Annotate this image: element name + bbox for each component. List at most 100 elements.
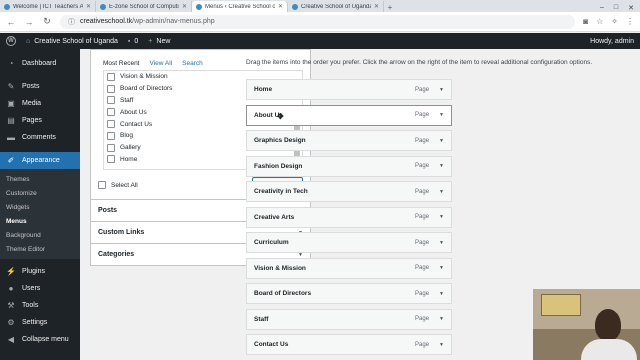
browser-tab-strip: Welcome | ICT Teachers Ac ✕ E-zone School… <box>0 0 640 12</box>
wordpress-favicon-icon <box>292 3 298 10</box>
home-icon: ⌂ <box>26 37 31 45</box>
wp-admin-bar: W ⌂ Creative School of Uganda ▪ 0 + New How… <box>0 33 640 49</box>
expand-arrow-icon[interactable]: ▼ <box>439 138 444 144</box>
window-controls: – □ ✕ <box>600 4 640 12</box>
menu-item-creativity-in-tech[interactable]: Creativity in Tech Page ▼ <box>246 181 452 202</box>
menu-item-home[interactable]: Home Page ▼ <box>246 79 452 100</box>
close-tab-icon[interactable]: ✕ <box>374 3 379 10</box>
wordpress-logo-icon[interactable]: W <box>6 36 16 46</box>
page-icon: ▤ <box>7 116 15 125</box>
expand-arrow-icon[interactable]: ▼ <box>439 240 444 246</box>
checkbox[interactable] <box>107 155 115 164</box>
brush-icon: ✐ <box>7 156 15 165</box>
select-all-checkbox[interactable] <box>98 181 106 189</box>
comment-icon: ▪ <box>127 37 131 45</box>
browser-toolbar: ← → ↻ ⓘ creativeschool.tk/wp-admin/nav-m… <box>0 12 640 32</box>
browser-tab[interactable]: E-zone School of Computi ✕ <box>96 1 192 12</box>
dashboard-icon: ◔ <box>8 59 14 68</box>
favicon-icon <box>100 3 106 10</box>
address-bar[interactable]: ⓘ creativeschool.tk/wp-admin/nav-menus.p… <box>60 14 576 29</box>
sidebar-item-plugins[interactable]: ⚡ Plugins <box>0 263 80 280</box>
menu-item-board-of-directors[interactable]: Board of Directors Page ▼ <box>246 283 452 304</box>
submenu-item-theme-editor[interactable]: Theme Editor <box>0 242 80 256</box>
checkbox[interactable] <box>107 131 115 140</box>
url-path: /wp-admin/nav-menus.php <box>132 18 215 25</box>
sidebar-item-appearance[interactable]: ✐ Appearance <box>0 152 80 169</box>
submenu-item-themes[interactable]: Themes <box>0 172 80 186</box>
select-all-control[interactable]: Select All <box>98 181 138 189</box>
menu-item-curriculum[interactable]: Curriculum Page ▼ <box>246 232 452 253</box>
expand-arrow-icon[interactable]: ▼ <box>439 189 444 195</box>
site-name-link[interactable]: ⌂ Creative School of Uganda <box>26 38 118 45</box>
expand-arrow-icon[interactable]: ▼ <box>439 265 444 271</box>
tab-most-recent[interactable]: Most Recent <box>103 60 140 67</box>
tab-search[interactable]: Search <box>182 60 203 67</box>
menu-item-creative-arts[interactable]: Creative Arts Page ▼ <box>246 206 452 228</box>
close-window-icon[interactable]: ✕ <box>628 4 634 12</box>
reload-icon[interactable]: ↻ <box>42 16 52 27</box>
expand-arrow-icon[interactable]: ▼ <box>439 342 444 348</box>
sidebar-item-media[interactable]: ▣ Media <box>0 95 80 112</box>
checkbox[interactable] <box>107 84 115 93</box>
comments-link[interactable]: ▪ 0 <box>128 38 138 45</box>
menu-icon[interactable]: ⋮ <box>626 17 634 26</box>
maximize-icon[interactable]: □ <box>614 4 618 12</box>
expand-arrow-icon[interactable]: ▼ <box>439 87 444 93</box>
sidebar-item-pages[interactable]: ▤ Pages <box>0 112 80 129</box>
expand-arrow-icon[interactable]: ▼ <box>439 112 444 118</box>
expand-arrow-icon[interactable]: ▼ <box>439 214 444 220</box>
submenu-item-background[interactable]: Background <box>0 228 80 242</box>
new-content-link[interactable]: + New <box>148 38 170 45</box>
comment-icon: ▬ <box>7 133 15 142</box>
close-tab-icon[interactable]: ✕ <box>278 3 283 10</box>
menu-item-fashion-design[interactable]: Fashion Design Page ▼ <box>246 155 452 177</box>
browser-tab[interactable]: Welcome | ICT Teachers Ac ✕ <box>0 1 96 12</box>
star-icon[interactable]: ☆ <box>596 17 603 26</box>
menu-item-vision-mission[interactable]: Vision & Mission Page ▼ <box>246 257 452 279</box>
forward-icon[interactable]: → <box>24 17 34 27</box>
menu-item-about-us[interactable]: About Us Page ▼ ✥ <box>246 104 452 126</box>
wordpress-favicon-icon <box>196 3 202 10</box>
submenu-item-widgets[interactable]: Widgets <box>0 200 80 214</box>
puzzle-icon[interactable]: ✧ <box>611 17 618 26</box>
checkbox[interactable] <box>107 72 115 81</box>
browser-tab-active[interactable]: Menus ‹ Creative School of ✕ <box>192 1 288 12</box>
close-tab-icon[interactable]: ✕ <box>182 3 187 10</box>
media-icon: ▣ <box>7 99 15 108</box>
sidebar-item-tools[interactable]: ⚒ Tools <box>0 297 80 314</box>
howdy-user-link[interactable]: Howdy, admin <box>590 38 634 45</box>
new-tab-button[interactable]: + <box>384 3 396 12</box>
expand-arrow-icon[interactable]: ▼ <box>439 163 444 169</box>
sidebar-item-dashboard[interactable]: ◔ Dashboard <box>0 55 80 72</box>
checkbox[interactable] <box>107 108 115 117</box>
plugin-icon: ⚡ <box>6 267 16 276</box>
menu-structure-hint: Drag the items into the order you prefer… <box>246 59 593 66</box>
sidebar-item-comments[interactable]: ▬ Comments <box>0 129 80 146</box>
sidebar-item-settings[interactable]: ⚙ Settings <box>0 314 80 331</box>
menu-item-staff[interactable]: Staff Page ▼ <box>246 308 452 330</box>
sidebar-collapse-menu[interactable]: ◀ Collapse menu <box>0 331 80 348</box>
submenu-item-customize[interactable]: Customize <box>0 186 80 200</box>
info-icon[interactable]: ⓘ <box>68 17 75 27</box>
menu-item-graphics-design[interactable]: Graphics Design Page ▼ <box>246 130 452 151</box>
submenu-item-menus[interactable]: Menus <box>0 214 80 228</box>
menu-item-contact-us[interactable]: Contact Us Page ▼ <box>246 334 452 355</box>
webcam-presenter-head <box>595 309 621 341</box>
camera-icon[interactable]: ◙ <box>583 17 588 26</box>
expand-arrow-icon[interactable]: ▼ <box>439 316 444 322</box>
checkbox[interactable] <box>107 120 115 129</box>
checkbox[interactable] <box>107 143 115 152</box>
webcam-overlay <box>533 289 640 360</box>
close-tab-icon[interactable]: ✕ <box>86 3 91 10</box>
url-host: creativeschool.tk <box>80 18 133 25</box>
menu-item-list: Home Page ▼ About Us Page ▼ ✥ Graphics Design… <box>246 79 452 360</box>
minimize-icon[interactable]: – <box>600 4 604 12</box>
plus-icon: + <box>148 37 153 45</box>
tab-view-all[interactable]: View All <box>150 60 173 67</box>
sidebar-item-posts[interactable]: ✎ Posts <box>0 78 80 95</box>
back-icon[interactable]: ← <box>6 17 16 27</box>
checkbox[interactable] <box>107 96 115 105</box>
sidebar-item-users[interactable]: ● Users <box>0 280 80 297</box>
browser-tab[interactable]: Creative School of Uganda ✕ <box>288 1 384 12</box>
expand-arrow-icon[interactable]: ▼ <box>439 291 444 297</box>
